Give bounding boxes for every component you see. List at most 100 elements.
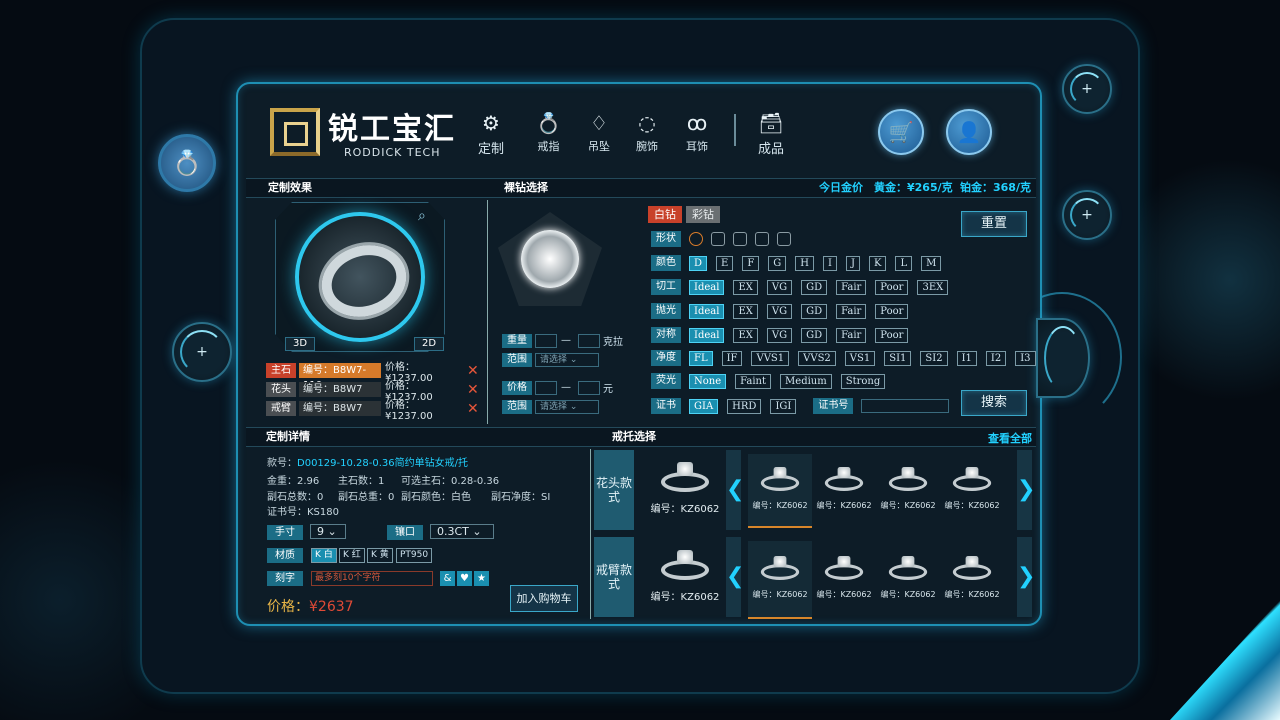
left-dial-icon[interactable]: + [172,322,232,382]
oval-shape-icon[interactable] [755,232,769,246]
symmetry-option[interactable]: GD [801,327,828,343]
ring-badge-icon[interactable]: 💍 [158,134,216,192]
material-option[interactable]: K 黄 [367,548,393,563]
clarity-option[interactable]: VS1 [844,350,876,366]
arm-thumb[interactable]: 编号：KZ6062 [876,541,940,619]
head-thumb[interactable]: 编号：KZ6062 [748,454,812,528]
arm-thumb[interactable]: 编号：KZ6062 [812,541,876,619]
clarity-option[interactable]: IF [721,350,743,366]
cut-option[interactable]: VG [766,279,793,295]
ring-preview[interactable] [295,212,425,342]
pear-shape-icon[interactable] [711,232,725,246]
part-row-arm[interactable]: 戒臂 编号：B8W7 价格：¥1237.00 ✕ [266,400,479,422]
star-icon[interactable]: ★ [474,571,489,586]
color-option[interactable]: E [716,255,734,271]
inlay-select[interactable]: 0.3CT ⌄ [430,524,494,539]
view-all-link[interactable]: 查看全部 [988,430,1032,446]
clarity-option[interactable]: I2 [985,350,1007,366]
polish-option[interactable]: Ideal [689,303,725,319]
round-shape-icon[interactable] [689,232,703,246]
cushion-shape-icon[interactable] [733,232,747,246]
polish-option[interactable]: VG [766,303,793,319]
heart-shape-icon[interactable] [777,232,791,246]
head-thumb[interactable]: 编号：KZ6062 [940,454,1004,528]
clarity-option[interactable]: SI2 [920,350,948,366]
chevron-left-icon[interactable]: ❮ [726,537,744,617]
fluor-option[interactable]: Medium [780,373,832,389]
symmetry-option[interactable]: Poor [875,327,909,343]
color-option[interactable]: L [895,255,913,271]
view-2d-button[interactable]: 2D [414,337,445,351]
color-option[interactable]: J [845,255,860,271]
cert-option[interactable]: IGI [770,398,797,414]
symmetry-option[interactable]: EX [733,327,758,343]
clarity-option[interactable]: I1 [956,350,977,366]
color-option[interactable]: G [768,255,787,271]
weight-max-input[interactable] [578,333,600,348]
polish-option[interactable]: GD [801,303,828,319]
material-option[interactable]: PT950 [396,548,433,563]
color-option[interactable]: K [869,255,887,271]
cut-option[interactable]: GD [801,279,828,295]
polish-option[interactable]: EX [733,303,758,319]
nav-finished[interactable]: 🗃 成品 [758,110,784,157]
ampersand-icon[interactable]: & [440,571,455,586]
range-select[interactable]: 请选择 ⌄ [535,400,599,414]
nav-bracelet[interactable]: ◌ 腕饰 [636,110,658,154]
tab-colored-diamond[interactable]: 彩钻 [686,206,720,223]
cut-option[interactable]: 3EX [917,279,949,295]
fluor-option[interactable]: Faint [735,373,772,389]
fluor-option[interactable]: Strong [840,373,886,389]
clarity-option[interactable]: VVS2 [798,350,836,366]
color-option[interactable]: H [795,255,815,271]
polish-option[interactable]: Fair [836,303,867,319]
polish-option[interactable]: Poor [875,303,909,319]
featured-head[interactable]: 编号：KZ6062 [645,460,725,515]
nav-ring[interactable]: 💍 戒指 [536,110,561,154]
nav-earring[interactable]: ꝏ 耳饰 [686,110,708,154]
color-option[interactable]: D [689,255,708,271]
close-icon[interactable]: ✕ [467,401,479,417]
arm-thumb[interactable]: 编号：KZ6062 [748,541,812,619]
reset-button[interactable]: 重置 [961,211,1027,237]
price-max-input[interactable] [578,380,600,395]
tab-white-diamond[interactable]: 白钻 [648,206,682,223]
nav-pendant[interactable]: ♢ 吊坠 [588,110,610,154]
cert-option[interactable]: GIA [689,398,719,414]
user-icon[interactable]: 👤 [946,109,992,155]
zoom-icon[interactable]: ⌕ [418,208,426,224]
size-select[interactable]: 9 ⌄ [310,524,346,539]
material-option[interactable]: K 白 [311,548,337,563]
chevron-right-icon[interactable]: ❯ [1017,450,1035,530]
close-icon[interactable]: ✕ [467,382,479,398]
cert-no-input[interactable] [861,399,950,413]
fluor-option[interactable]: None [689,373,727,389]
search-button[interactable]: 搜索 [961,390,1027,416]
symmetry-option[interactable]: VG [766,327,793,343]
cut-option[interactable]: Ideal [689,279,725,295]
arm-thumb[interactable]: 编号：KZ6062 [940,541,1004,619]
clarity-option[interactable]: SI1 [884,350,912,366]
head-thumb[interactable]: 编号：KZ6062 [812,454,876,528]
clarity-option[interactable]: FL [689,350,713,366]
chevron-left-icon[interactable]: ❮ [726,450,744,530]
close-icon[interactable]: ✕ [467,363,479,379]
material-option[interactable]: K 红 [339,548,365,563]
heart-icon[interactable]: ♥ [457,571,472,586]
nav-custom[interactable]: ⚙ 定制 [478,110,504,157]
featured-arm[interactable]: 编号：KZ6062 [645,548,725,603]
range-select[interactable]: 请选择 ⌄ [535,353,599,367]
add-to-cart-button[interactable]: 加入购物车 [510,585,578,612]
cut-option[interactable]: EX [733,279,758,295]
color-option[interactable]: F [742,255,760,271]
symmetry-option[interactable]: Fair [836,327,867,343]
head-thumb[interactable]: 编号：KZ6062 [876,454,940,528]
cert-option[interactable]: HRD [727,398,762,414]
clarity-option[interactable]: I3 [1015,350,1036,366]
weight-min-input[interactable] [535,333,557,348]
color-option[interactable]: M [921,255,942,271]
dial-icon[interactable]: + [1062,64,1112,114]
symmetry-option[interactable]: Ideal [689,327,725,343]
cut-option[interactable]: Fair [836,279,867,295]
chevron-right-icon[interactable]: ❯ [1017,537,1035,617]
